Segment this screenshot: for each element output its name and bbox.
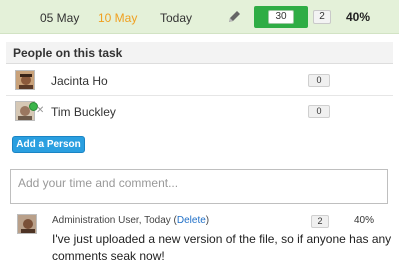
avatar <box>17 214 37 234</box>
comment-input[interactable] <box>10 169 388 204</box>
estimated-hours-value[interactable]: 30 <box>268 10 294 24</box>
person-hours-badge: 0 <box>308 105 330 118</box>
task-row: 05 May 10 May Today 30 2 40% <box>0 0 399 34</box>
avatar <box>15 70 35 90</box>
person-row: Jacinta Ho 0 <box>6 66 393 96</box>
start-date: 05 May <box>40 11 80 25</box>
comment-meta: Administration User, Today (Delete) <box>52 215 209 226</box>
add-person-button[interactable]: Add a Person <box>12 136 85 153</box>
hours-spent-badge: 2 <box>313 10 331 24</box>
estimated-hours-box[interactable]: 30 <box>254 6 308 28</box>
person-name: Jacinta Ho <box>51 74 108 88</box>
person-hours-badge: 0 <box>308 74 330 87</box>
percent-complete: 40% <box>346 10 371 24</box>
person-name: Tim Buckley <box>51 105 116 119</box>
comment-hours-badge: 2 <box>311 215 329 228</box>
person-row: ✕ Tim Buckley 0 <box>6 97 393 127</box>
delete-paren-close: ) <box>205 215 210 226</box>
comment-author: Administration User <box>52 215 139 226</box>
people-heading: People on this task <box>13 46 123 60</box>
due-date: 10 May <box>98 11 138 25</box>
people-section-header: People on this task <box>6 42 393 64</box>
pencil-icon[interactable] <box>226 9 242 25</box>
comment-percent: 40% <box>354 215 375 226</box>
comment-text: I've just uploaded a new version of the … <box>52 232 392 263</box>
delete-comment-link[interactable]: Delete <box>177 215 206 226</box>
comment-date: Today <box>144 215 171 226</box>
today-label: Today <box>160 11 193 25</box>
comment-item: Administration User, Today (Delete) 2 40… <box>0 210 399 275</box>
x-icon[interactable]: ✕ <box>36 105 44 116</box>
